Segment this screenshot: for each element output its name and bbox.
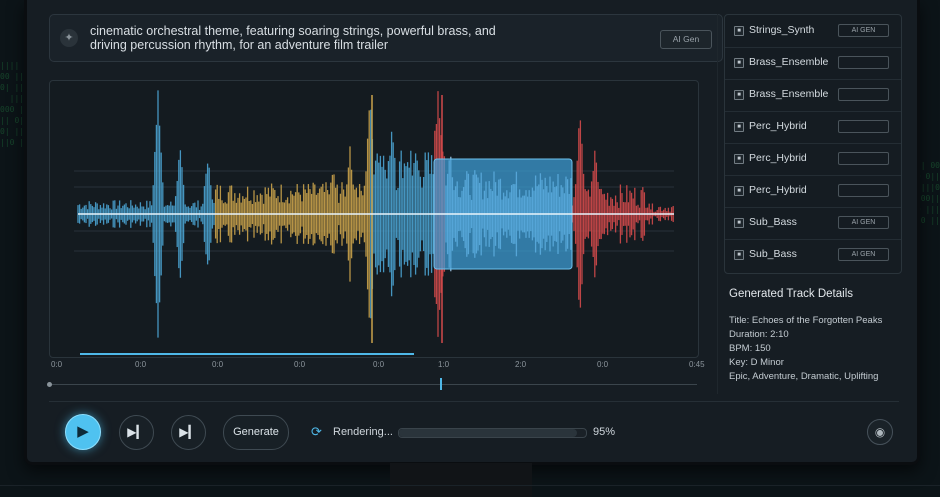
time-label: 0:0 xyxy=(597,360,609,369)
track-row[interactable]: ■ Brass_Ensemble xyxy=(725,79,901,112)
checkbox[interactable]: ■ xyxy=(734,58,744,68)
prompt-box[interactable]: ✦ cinematic orchestral theme, featuring … xyxy=(49,14,723,62)
time-label: 0:0 xyxy=(51,360,63,369)
checkbox[interactable]: ■ xyxy=(734,26,744,36)
waveform-canvas[interactable] xyxy=(50,81,698,357)
details-title: Generated Track Details xyxy=(729,288,854,300)
track-tag[interactable] xyxy=(838,56,889,69)
checkbox[interactable]: ■ xyxy=(734,122,744,132)
waveform-panel[interactable] xyxy=(49,80,699,358)
scrub-start xyxy=(47,382,52,387)
track-row[interactable]: ■ Perc_Hybrid xyxy=(725,175,901,208)
track-row[interactable]: ■ Perc_Hybrid xyxy=(725,111,901,144)
track-name: Sub_Bass xyxy=(749,216,797,228)
track-name: Perc_Hybrid xyxy=(749,120,807,132)
track-name: Brass_Ensemble xyxy=(749,56,829,68)
time-label: 1:0 xyxy=(438,360,450,369)
play-button[interactable]: ▶ xyxy=(65,414,101,450)
track-tag[interactable]: AI GEN xyxy=(838,24,889,37)
time-label: 0:0 xyxy=(294,360,306,369)
details-duration: Duration: 2:10 xyxy=(729,329,789,340)
track-row[interactable]: ■ Sub_Bass AI GEN xyxy=(725,239,901,271)
checkbox[interactable]: ■ xyxy=(734,218,744,228)
skip-next-icon: ▶▎ xyxy=(127,425,146,439)
checkbox[interactable]: ■ xyxy=(734,250,744,260)
track-name: Perc_Hybrid xyxy=(749,152,807,164)
track-tag[interactable] xyxy=(838,88,889,101)
sparkle-icon: ✦ xyxy=(60,29,78,47)
ai-gen-button[interactable]: AI Gen xyxy=(660,30,712,49)
side-divider xyxy=(717,14,718,394)
time-label: 0:0 xyxy=(373,360,385,369)
scrub-bar[interactable] xyxy=(47,378,697,390)
skip-next-icon: ▶▎ xyxy=(179,425,198,439)
scrub-thumb[interactable] xyxy=(440,378,442,390)
time-label: 0:45 xyxy=(689,360,705,369)
time-label: 2:0 xyxy=(515,360,527,369)
track-tag[interactable] xyxy=(838,120,889,133)
track-name: Perc_Hybrid xyxy=(749,184,807,196)
track-tag[interactable] xyxy=(838,152,889,165)
track-name: Sub_Bass xyxy=(749,248,797,260)
prompt-text[interactable]: cinematic orchestral theme, featuring so… xyxy=(90,24,510,52)
track-name: Strings_Synth xyxy=(749,24,815,36)
time-label: 0:0 xyxy=(212,360,224,369)
track-row[interactable]: ■ Brass_Ensemble xyxy=(725,47,901,80)
checkbox[interactable]: ■ xyxy=(734,154,744,164)
track-row[interactable]: ■ Strings_Synth AI GEN xyxy=(725,15,901,48)
time-label: 0:0 xyxy=(135,360,147,369)
details-track-title: Title: Echoes of the Forgotten Peaks xyxy=(729,315,883,326)
details-key: Key: D Minor xyxy=(729,357,784,368)
track-list: ■ Strings_Synth AI GEN ■ Brass_Ensemble … xyxy=(724,14,902,274)
settings-icon: ◉ xyxy=(874,425,886,439)
render-progress-bar xyxy=(398,428,587,438)
track-tag[interactable] xyxy=(838,184,889,197)
track-row[interactable]: ■ Sub_Bass AI GEN xyxy=(725,207,901,240)
checkbox[interactable]: ■ xyxy=(734,90,744,100)
track-tag[interactable]: AI GEN xyxy=(838,216,889,229)
generate-button[interactable]: Generate xyxy=(223,415,289,450)
controls-divider xyxy=(49,401,899,402)
desk-edge xyxy=(0,485,940,486)
skip-next-button[interactable]: ▶▎ xyxy=(119,415,154,450)
checkbox[interactable]: ■ xyxy=(734,186,744,196)
track-row[interactable]: ■ Perc_Hybrid xyxy=(725,143,901,176)
track-tag[interactable]: AI GEN xyxy=(838,248,889,261)
timeline-labels: 0:0 0:0 0:0 0:0 0:0 1:0 2:0 0:0 0:45 xyxy=(51,360,705,374)
track-details: Generated Track Details Title: Echoes of… xyxy=(729,288,909,384)
waveform xyxy=(77,90,674,343)
monitor-stand xyxy=(390,463,532,497)
details-tags: Epic, Adventure, Dramatic, Uplifting xyxy=(729,371,879,382)
rendering-status: Rendering... xyxy=(333,426,393,438)
skip-end-button[interactable]: ▶▎ xyxy=(171,415,206,450)
settings-button[interactable]: ◉ xyxy=(867,419,893,445)
sync-icon: ⟳ xyxy=(311,424,322,439)
play-icon: ▶ xyxy=(77,423,89,440)
details-bpm: BPM: 150 xyxy=(729,343,771,354)
track-name: Brass_Ensemble xyxy=(749,88,829,100)
monitor-frame: ✦ cinematic orchestral theme, featuring … xyxy=(24,0,920,465)
render-percent: 95% xyxy=(593,426,616,438)
render-progress-fill xyxy=(399,429,577,437)
